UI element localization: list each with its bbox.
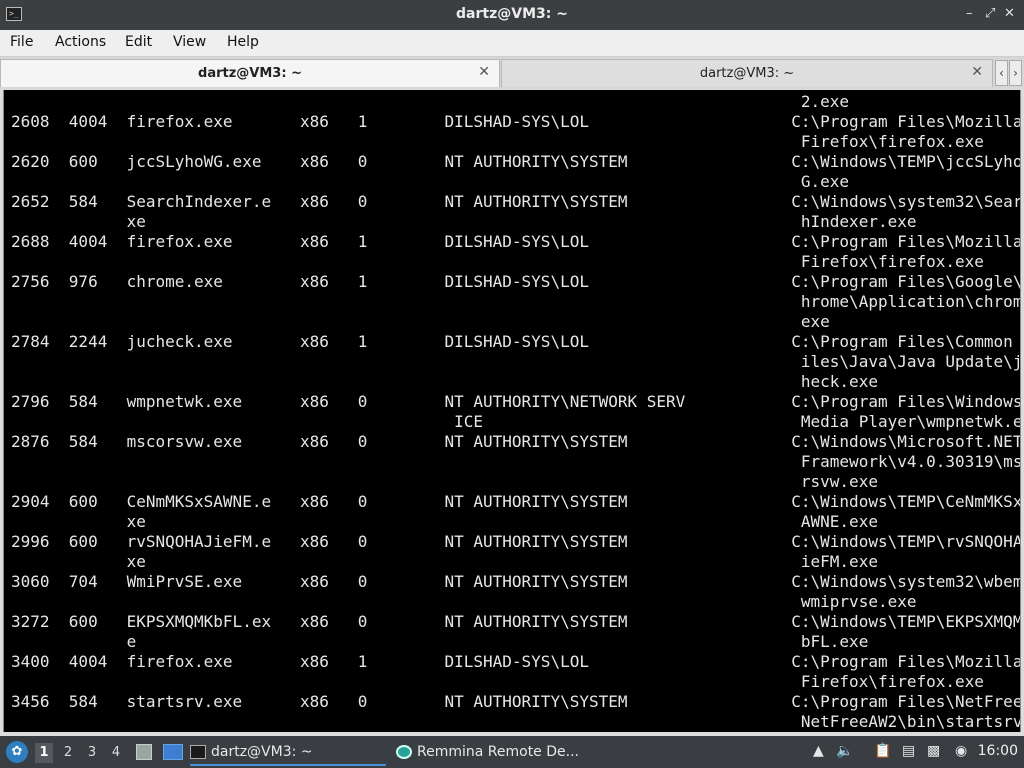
workspace-4[interactable]: 4 (107, 743, 125, 763)
volume-icon[interactable]: 🔈 (836, 743, 853, 759)
power-icon[interactable]: ◉ (955, 743, 967, 759)
terminal-line: 2652 584 SearchIndexer.e x86 0 NT AUTHOR… (11, 192, 1021, 211)
terminal-line: NetFreeAW2\bin\startsrv.e (11, 712, 1021, 731)
menu-file[interactable]: File (10, 34, 33, 50)
tray-expand-icon[interactable]: ▲ (813, 743, 824, 759)
display-icon[interactable]: ▤ (902, 743, 915, 759)
terminal-line: heck.exe (11, 372, 878, 391)
tab-close-icon[interactable]: ✕ (478, 64, 490, 80)
show-desktop-icon[interactable] (163, 744, 183, 760)
workspace-3[interactable]: 3 (83, 743, 101, 763)
terminal-line: 2876 584 mscorsvw.exe x86 0 NT AUTHORITY… (11, 432, 1021, 451)
start-menu-icon[interactable]: ✿ (6, 741, 28, 763)
workspace-1[interactable]: 1 (35, 743, 53, 763)
window-titlebar: >_ dartz@VM3: ~ – ⤢ ✕ (0, 0, 1024, 30)
terminal-icon (190, 745, 206, 759)
tab-scroll-right-icon[interactable]: › (1009, 60, 1022, 86)
trash-icon[interactable] (136, 744, 152, 760)
remmina-icon (396, 745, 412, 759)
tab-label: dartz@VM3: ~ (198, 66, 302, 81)
clock: 16:00 (977, 743, 1018, 759)
terminal-line: 2784 2244 jucheck.exe x86 1 DILSHAD-SYS\… (11, 332, 1021, 351)
terminal-line: xe AWNE.exe (11, 512, 878, 531)
terminal-line: G.exe (11, 172, 850, 191)
terminal-line: 2756 976 chrome.exe x86 1 DILSHAD-SYS\LO… (11, 272, 1021, 291)
terminal-line: iles\Java\Java Update\juc (11, 352, 1021, 371)
task-label: Remmina Remote De... (417, 744, 579, 760)
terminal-line: 2.exe (11, 92, 850, 111)
network-icon[interactable]: ▩ (927, 743, 940, 759)
maximize-icon[interactable]: ⤢ (985, 6, 995, 21)
terminal-line: Framework\v4.0.30319\msco (11, 452, 1021, 471)
terminal-line: ICE Media Player\wmpnetwk.exe (11, 412, 1021, 431)
menu-bar: File Actions Edit View Help (0, 30, 1024, 57)
terminal-line: 2904 600 CeNmMKSxSAWNE.e x86 0 NT AUTHOR… (11, 492, 1021, 511)
terminal-line: 2796 584 wmpnetwk.exe x86 0 NT AUTHORITY… (11, 392, 1021, 411)
task-label: dartz@VM3: ~ (211, 744, 313, 760)
terminal-line: e bFL.exe (11, 632, 869, 651)
tab-close-icon[interactable]: ✕ (971, 64, 983, 80)
terminal-line: wmiprvse.exe (11, 592, 917, 611)
terminal-line: Firefox\firefox.exe (11, 132, 984, 151)
terminal-line: 2620 600 jccSLyhoWG.exe x86 0 NT AUTHORI… (11, 152, 1021, 171)
terminal-line: xe hIndexer.exe (11, 212, 917, 231)
terminal-line: 2996 600 rvSNQOHAJieFM.e x86 0 NT AUTHOR… (11, 532, 1021, 551)
workspace-2[interactable]: 2 (59, 743, 77, 763)
tab-bar: dartz@VM3: ~ ✕ dartz@VM3: ~ ✕ (0, 57, 1024, 89)
window-title: dartz@VM3: ~ (456, 6, 568, 22)
terminal-line: 3060 704 WmiPrvSE.exe x86 0 NT AUTHORITY… (11, 572, 1021, 591)
menu-actions[interactable]: Actions (55, 34, 106, 50)
terminal-line: exe (11, 312, 830, 331)
clipboard-icon[interactable]: 📋 (874, 743, 891, 759)
terminal-line: hrome\Application\chrome. (11, 292, 1021, 311)
menu-view[interactable]: View (173, 34, 206, 50)
terminal-line: 3400 4004 firefox.exe x86 1 DILSHAD-SYS\… (11, 652, 1021, 671)
close-icon[interactable]: ✕ (1004, 6, 1015, 21)
terminal-line: 2608 4004 firefox.exe x86 1 DILSHAD-SYS\… (11, 112, 1021, 131)
terminal-line: rsvw.exe (11, 472, 878, 491)
tab-scroll-left-icon[interactable]: ‹ (995, 60, 1008, 86)
minimize-icon[interactable]: – (966, 6, 973, 21)
terminal-line: 2688 4004 firefox.exe x86 1 DILSHAD-SYS\… (11, 232, 1021, 251)
terminal-line: 3456 584 startsrv.exe x86 0 NT AUTHORITY… (11, 692, 1021, 711)
taskbar: ✿ 1 2 3 4 dartz@VM3: ~ Remmina Remote De… (0, 736, 1024, 768)
terminal-line: Firefox\firefox.exe (11, 672, 984, 691)
tab-terminal-1[interactable]: dartz@VM3: ~ ✕ (0, 59, 500, 87)
tab-terminal-2[interactable]: dartz@VM3: ~ ✕ (501, 59, 993, 87)
menu-help[interactable]: Help (227, 34, 259, 50)
task-terminal[interactable]: dartz@VM3: ~ (190, 739, 386, 766)
menu-edit[interactable]: Edit (125, 34, 152, 50)
terminal-output[interactable]: 2.exe 2608 4004 firefox.exe x86 1 DILSHAD… (3, 90, 1021, 732)
tab-label: dartz@VM3: ~ (699, 66, 795, 81)
task-remmina[interactable]: Remmina Remote De... (396, 739, 596, 766)
terminal-line: 3272 600 EKPSXMQMKbFL.ex x86 0 NT AUTHOR… (11, 612, 1021, 631)
terminal-line: Firefox\firefox.exe (11, 252, 984, 271)
terminal-line: xe ieFM.exe (11, 552, 878, 571)
